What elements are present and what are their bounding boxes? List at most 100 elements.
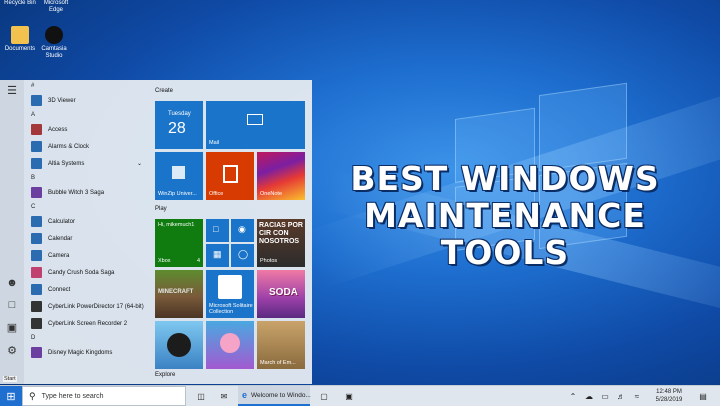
- tile-label: Mail: [209, 140, 220, 146]
- search-placeholder: Type here to search: [41, 392, 104, 400]
- app-list-item[interactable]: Access: [24, 121, 150, 138]
- app-label: CyberLink Screen Recorder 2: [48, 320, 128, 327]
- clock-date: 5/28/2019: [655, 397, 683, 403]
- settings-icon[interactable]: ⚙: [5, 344, 19, 358]
- xbox-count: 4: [196, 258, 200, 264]
- letter-header[interactable]: B: [24, 172, 150, 184]
- search-box[interactable]: ⚲ Type here to search: [22, 386, 186, 406]
- clock[interactable]: 12:48 PM 5/28/2019: [648, 386, 690, 406]
- taskbar-mail-button[interactable]: ✉: [215, 386, 233, 406]
- app-label: Calendar: [48, 235, 73, 242]
- taskbar: ⊞ ⚲ Type here to search ◫ ✉ e Welcome to…: [0, 385, 720, 406]
- letter-header[interactable]: A: [24, 109, 150, 121]
- music-icon: ◉: [238, 224, 246, 234]
- camera-icon: ◯: [238, 249, 249, 259]
- tile-winzip[interactable]: WinZip Univer...: [155, 152, 203, 200]
- app-list-item[interactable]: Bubble Witch 3 Saga: [24, 184, 150, 201]
- tile-onenote[interactable]: OneNote: [257, 152, 305, 200]
- app-label: 3D Viewer: [48, 97, 76, 104]
- tile-office[interactable]: Office: [206, 152, 254, 200]
- app-list-item[interactable]: Calculator: [24, 213, 150, 230]
- desktop-icon-camtasia[interactable]: Camtasia Studio: [34, 26, 74, 60]
- tile-calendar[interactable]: Tuesday 28: [155, 101, 203, 149]
- app-list-item[interactable]: Disney Magic Kingdoms: [24, 344, 150, 361]
- app-list-item[interactable]: Connect: [24, 281, 150, 298]
- app-label: Disney Magic Kingdoms: [48, 349, 113, 356]
- tile-march-of-empires[interactable]: March of Em...: [257, 321, 305, 369]
- app-icon: [31, 347, 42, 358]
- notification-icon: ▤: [699, 391, 707, 401]
- taskbar-edge-window[interactable]: e Welcome to Windo...: [238, 386, 311, 406]
- tile-minecraft[interactable]: MINECRAFT: [155, 270, 203, 318]
- show-hidden-icons-button[interactable]: ⌃: [566, 386, 580, 406]
- volume-icon[interactable]: ♬: [614, 386, 628, 406]
- desktop-icon-label: Microsoft Edge: [43, 0, 69, 13]
- taskbar-explorer-button[interactable]: ▢: [315, 386, 333, 406]
- tile-calculator[interactable]: ▦: [206, 244, 229, 267]
- app-label: Alarms & Clock: [48, 143, 90, 150]
- tile-candy-crush-soda[interactable]: SODA: [257, 270, 305, 318]
- mickey-image: [167, 333, 191, 357]
- user-icon[interactable]: ☻: [5, 276, 19, 290]
- tile-disney-magic-kingdoms[interactable]: [155, 321, 203, 369]
- calendar-day: Tuesday: [168, 111, 191, 117]
- app-list-item[interactable]: CyberLink Screen Recorder 2: [24, 315, 150, 332]
- desktop-icon-label: Documents: [4, 46, 36, 52]
- document-icon[interactable]: □: [5, 298, 19, 312]
- cards-icon: [218, 275, 242, 299]
- app-list-item[interactable]: CyberLink PowerDirector 17 (64-bit): [24, 298, 150, 315]
- photos-image-text: RACIAS POR CIR CON NOSOTROS: [259, 222, 303, 245]
- group-title-explore: Explore: [155, 372, 176, 378]
- desktop-icon-recycle-bin[interactable]: Recycle Bin: [0, 0, 40, 7]
- desktop-icon-label: Recycle Bin: [4, 0, 36, 6]
- app-list-item[interactable]: 3D Viewer: [24, 92, 150, 109]
- taskbar-store-button[interactable]: ▣: [340, 386, 358, 406]
- tile-label: Office: [209, 191, 224, 197]
- start-button[interactable]: ⊞: [0, 386, 22, 406]
- onedrive-icon[interactable]: ☁: [582, 386, 596, 406]
- app-icon: [31, 158, 42, 169]
- app-list-item[interactable]: Alarms & Clock: [24, 138, 150, 155]
- tile-photos[interactable]: RACIAS POR CIR CON NOSOTROS Photos: [257, 219, 305, 267]
- task-view-button[interactable]: ◫: [192, 386, 210, 406]
- app-list-item[interactable]: Altia Systems ⌄: [24, 155, 150, 172]
- battery-icon[interactable]: ▭: [598, 386, 612, 406]
- app-list: #3D Viewer A Access Alarms & Clock Altia Sys…: [24, 80, 150, 384]
- app-label: Altia Systems: [48, 160, 85, 167]
- clock-time: 12:48 PM: [656, 389, 682, 395]
- pictures-icon[interactable]: ▣: [5, 321, 19, 335]
- letter-header[interactable]: D: [24, 332, 150, 344]
- app-list-item[interactable]: Calendar: [24, 230, 150, 247]
- app-icon: [31, 233, 42, 244]
- tile-movies[interactable]: □: [206, 219, 229, 242]
- task-view-icon: ◫: [197, 391, 205, 401]
- tile-camera[interactable]: ◯: [231, 244, 254, 267]
- app-list-item[interactable]: Candy Crush Soda Saga: [24, 264, 150, 281]
- app-icon: [31, 187, 42, 198]
- winzip-icon: [172, 166, 185, 179]
- chevron-up-icon: ⌃: [569, 391, 577, 401]
- soda-logo-text: SODA: [269, 287, 298, 298]
- tile-groove[interactable]: ◉: [231, 219, 254, 242]
- tile-label: Microsoft Solitaire Collection: [209, 303, 253, 315]
- tile-xbox[interactable]: Hi, mikemuch1 Xbox 4: [155, 219, 203, 267]
- store-icon: ▣: [345, 391, 353, 401]
- app-icon: [31, 124, 42, 135]
- letter-header[interactable]: C: [24, 201, 150, 213]
- letter-header[interactable]: #: [24, 80, 150, 92]
- app-icon: [31, 250, 42, 261]
- action-center-button[interactable]: ▤: [694, 386, 712, 406]
- hamburger-icon[interactable]: ☰: [5, 84, 19, 98]
- desktop-icon-edge[interactable]: Microsoft Edge: [36, 0, 76, 14]
- app-icon: [31, 216, 42, 227]
- tile-solitaire[interactable]: Microsoft Solitaire Collection: [206, 270, 254, 318]
- calculator-icon: ▦: [213, 249, 222, 259]
- film-icon: □: [213, 224, 219, 234]
- camtasia-icon: [45, 26, 63, 44]
- app-list-item[interactable]: Camera: [24, 247, 150, 264]
- start-tooltip: Start: [3, 376, 17, 382]
- app-label: Camera: [48, 252, 70, 259]
- tile-bubble-witch[interactable]: [206, 321, 254, 369]
- tile-mail[interactable]: Mail: [206, 101, 305, 149]
- network-icon[interactable]: ≈: [630, 386, 644, 406]
